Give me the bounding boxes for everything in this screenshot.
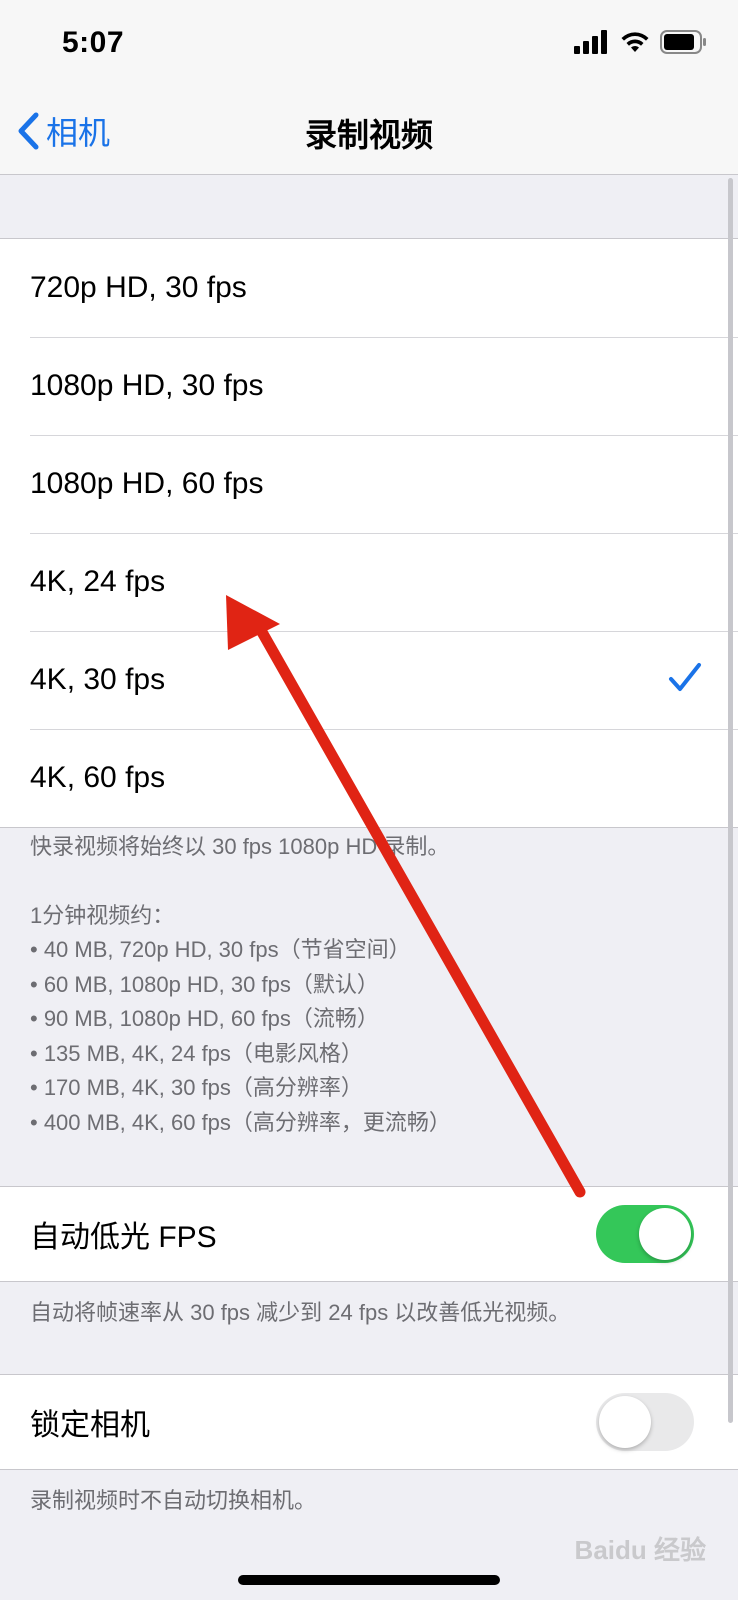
option-label: 1080p HD, 60 fps (30, 467, 264, 500)
status-bar: 5:07 (0, 0, 738, 88)
option-label: 4K, 24 fps (30, 565, 166, 598)
resolution-list: 720p HD, 30 fps 1080p HD, 30 fps 1080p H… (0, 238, 738, 828)
resolution-option-selected[interactable]: 4K, 30 fps (0, 631, 738, 729)
checkmark-icon (669, 663, 701, 691)
option-label: 720p HD, 30 fps (30, 271, 247, 304)
auto-low-light-footer: 自动将帧速率从 30 fps 减少到 24 fps 以改善低光视频。 (30, 1296, 708, 1331)
auto-low-light-toggle[interactable] (596, 1205, 694, 1263)
footer-heading: 1分钟视频约： (30, 902, 175, 928)
footer-list-item: • 90 MB, 1080p HD, 60 fps（流畅） (30, 1006, 379, 1031)
lock-camera-label: 锁定相机 (30, 1409, 150, 1442)
lock-camera-footer: 录制视频时不自动切换相机。 (30, 1484, 708, 1519)
lock-camera-row: 锁定相机 (0, 1375, 738, 1469)
auto-low-light-group: 自动低光 FPS (0, 1186, 738, 1282)
footer-list-item: • 40 MB, 720p HD, 30 fps（节省空间） (30, 937, 411, 962)
toggle-knob (599, 1396, 651, 1448)
auto-low-light-row: 自动低光 FPS (0, 1187, 738, 1281)
wifi-icon (621, 32, 649, 52)
footer-note: 录制视频时不自动切换相机。 (30, 1488, 317, 1513)
cellular-signal-icon (574, 30, 607, 54)
page-title: 录制视频 (304, 117, 433, 153)
home-indicator (238, 1575, 500, 1585)
footer-note: 自动将帧速率从 30 fps 减少到 24 fps 以改善低光视频。 (30, 1300, 571, 1325)
status-time: 5:07 (62, 26, 125, 59)
scrollbar[interactable] (728, 178, 733, 1423)
footer-list-item: • 135 MB, 4K, 24 fps（电影风格） (30, 1040, 363, 1066)
footer-list-item: • 60 MB, 1080p HD, 30 fps（默认） (30, 971, 379, 997)
battery-icon (660, 30, 706, 54)
resolution-footer: 快录视频将始终以 30 fps 1080p HD 录制。 1分钟视频约： • 4… (30, 830, 708, 1140)
footer-list-item: • 400 MB, 4K, 60 fps（高分辨率，更流畅） (30, 1109, 451, 1135)
status-icons (574, 30, 708, 54)
footer-note: 快录视频将始终以 30 fps 1080p HD 录制。 (30, 834, 450, 859)
toggle-knob (639, 1208, 691, 1260)
auto-low-light-label: 自动低光 FPS (30, 1221, 217, 1254)
lock-camera-group: 锁定相机 (0, 1374, 738, 1470)
option-label: 4K, 30 fps (30, 663, 166, 696)
lock-camera-toggle[interactable] (596, 1393, 694, 1451)
option-label: 4K, 60 fps (30, 761, 166, 794)
resolution-option[interactable]: 1080p HD, 30 fps (0, 337, 738, 435)
resolution-option[interactable]: 1080p HD, 60 fps (0, 435, 738, 533)
resolution-option[interactable]: 4K, 60 fps (0, 729, 738, 827)
watermark: Baidu 经验 (574, 1535, 706, 1565)
footer-list-item: • 170 MB, 4K, 30 fps（高分辨率） (30, 1075, 363, 1100)
option-label: 1080p HD, 30 fps (30, 369, 264, 402)
navigation-bar: 相机 录制视频 (0, 88, 738, 175)
resolution-option[interactable]: 4K, 24 fps (0, 533, 738, 631)
resolution-option[interactable]: 720p HD, 30 fps (0, 239, 738, 337)
